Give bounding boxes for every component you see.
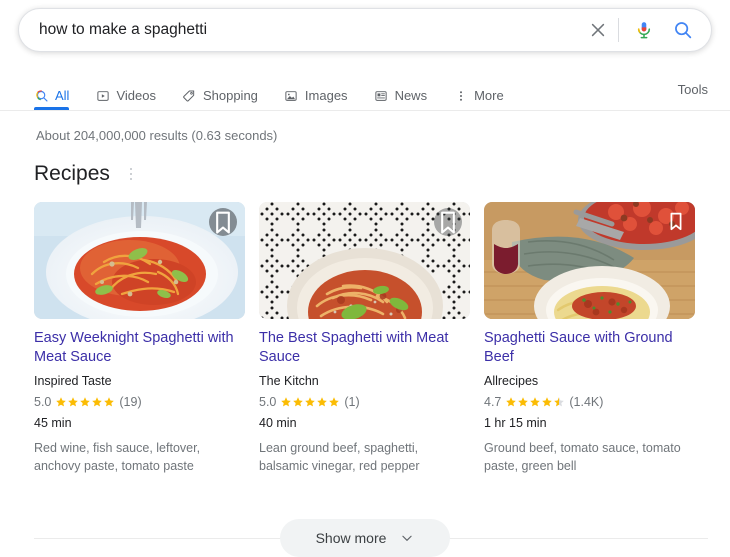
nav-tabs-list: All Videos Shopping <box>34 76 730 111</box>
recipe-thumbnail[interactable] <box>259 202 470 319</box>
recipe-time: 1 hr 15 min <box>484 416 695 430</box>
recipe-source: The Kitchn <box>259 374 470 388</box>
recipe-source: Allrecipes <box>484 374 695 388</box>
result-stats: About 204,000,000 results (0.63 seconds) <box>36 128 277 143</box>
news-icon <box>374 88 389 103</box>
search-divider <box>618 18 619 42</box>
recipe-time: 40 min <box>259 416 470 430</box>
recipe-card-list: Easy Weeknight Spaghetti with Meat Sauce… <box>34 202 700 475</box>
tab-shopping[interactable]: Shopping <box>182 76 258 109</box>
close-icon[interactable] <box>586 18 610 42</box>
show-more-label: Show more <box>316 530 387 546</box>
recipe-time: 45 min <box>34 416 245 430</box>
recipe-rating: 5.0 (1) <box>259 395 470 409</box>
more-vertical-icon[interactable] <box>124 165 138 183</box>
tab-images[interactable]: Images <box>284 76 348 109</box>
recipe-thumbnail[interactable] <box>34 202 245 319</box>
tab-label: All <box>55 88 69 103</box>
review-count: (1.4K) <box>569 395 603 409</box>
rating-value: 5.0 <box>34 395 51 409</box>
search-results-page: All Videos Shopping <box>0 0 730 557</box>
search-nav-tabs: All Videos Shopping <box>0 76 730 111</box>
recipe-title[interactable]: Easy Weeknight Spaghetti with Meat Sauce <box>34 329 245 367</box>
recipe-ingredients: Lean ground beef, spaghetti, balsamic vi… <box>259 439 470 475</box>
bookmark-icon[interactable] <box>434 208 462 236</box>
review-count: (1) <box>344 395 359 409</box>
tab-label: Images <box>305 88 348 103</box>
recipe-title[interactable]: The Best Spaghetti with Meat Sauce <box>259 329 470 367</box>
tab-videos[interactable]: Videos <box>95 76 156 109</box>
recipe-title[interactable]: Spaghetti Sauce with Ground Beef <box>484 329 695 367</box>
recipe-rating: 5.0 (19) <box>34 395 245 409</box>
star-rating <box>505 396 565 408</box>
tab-more[interactable]: More <box>453 76 504 109</box>
rating-value: 4.7 <box>484 395 501 409</box>
star-rating <box>55 396 115 408</box>
recipe-rating: 4.7 (1.4K) <box>484 395 695 409</box>
search-input[interactable] <box>39 18 586 42</box>
recipe-ingredients: Red wine, fish sauce, leftover, anchovy … <box>34 439 245 475</box>
review-count: (19) <box>119 395 141 409</box>
tools-button[interactable]: Tools <box>678 82 708 97</box>
bookmark-icon[interactable] <box>665 208 687 234</box>
chevron-down-icon <box>400 531 414 545</box>
show-more-button[interactable]: Show more <box>280 519 451 557</box>
search-icon <box>34 88 49 103</box>
tab-label: Shopping <box>203 88 258 103</box>
rating-value: 5.0 <box>259 395 276 409</box>
tab-label: Videos <box>116 88 156 103</box>
tab-label: More <box>474 88 504 103</box>
recipe-ingredients: Ground beef, tomato sauce, tomato paste,… <box>484 439 695 475</box>
tab-news[interactable]: News <box>374 76 428 109</box>
recipe-thumbnail[interactable] <box>484 202 695 319</box>
more-vertical-icon <box>453 88 468 103</box>
search-bar <box>18 8 712 52</box>
microphone-icon[interactable] <box>633 18 655 42</box>
image-icon <box>284 88 299 103</box>
recipe-card: Spaghetti Sauce with Ground Beef Allreci… <box>484 202 695 475</box>
show-more-section: Show more <box>0 519 730 557</box>
bookmark-icon[interactable] <box>209 208 237 236</box>
tab-all[interactable]: All <box>34 76 69 109</box>
video-icon <box>95 88 110 103</box>
tab-label: News <box>395 88 428 103</box>
search-box[interactable] <box>18 8 712 52</box>
search-submit-icon[interactable] <box>671 18 695 42</box>
page-title: Recipes <box>34 162 110 186</box>
recipe-card: The Best Spaghetti with Meat Sauce The K… <box>259 202 470 475</box>
recipe-source: Inspired Taste <box>34 374 245 388</box>
recipes-header: Recipes <box>34 162 138 186</box>
tag-icon <box>182 88 197 103</box>
recipe-card: Easy Weeknight Spaghetti with Meat Sauce… <box>34 202 245 475</box>
star-rating <box>280 396 340 408</box>
